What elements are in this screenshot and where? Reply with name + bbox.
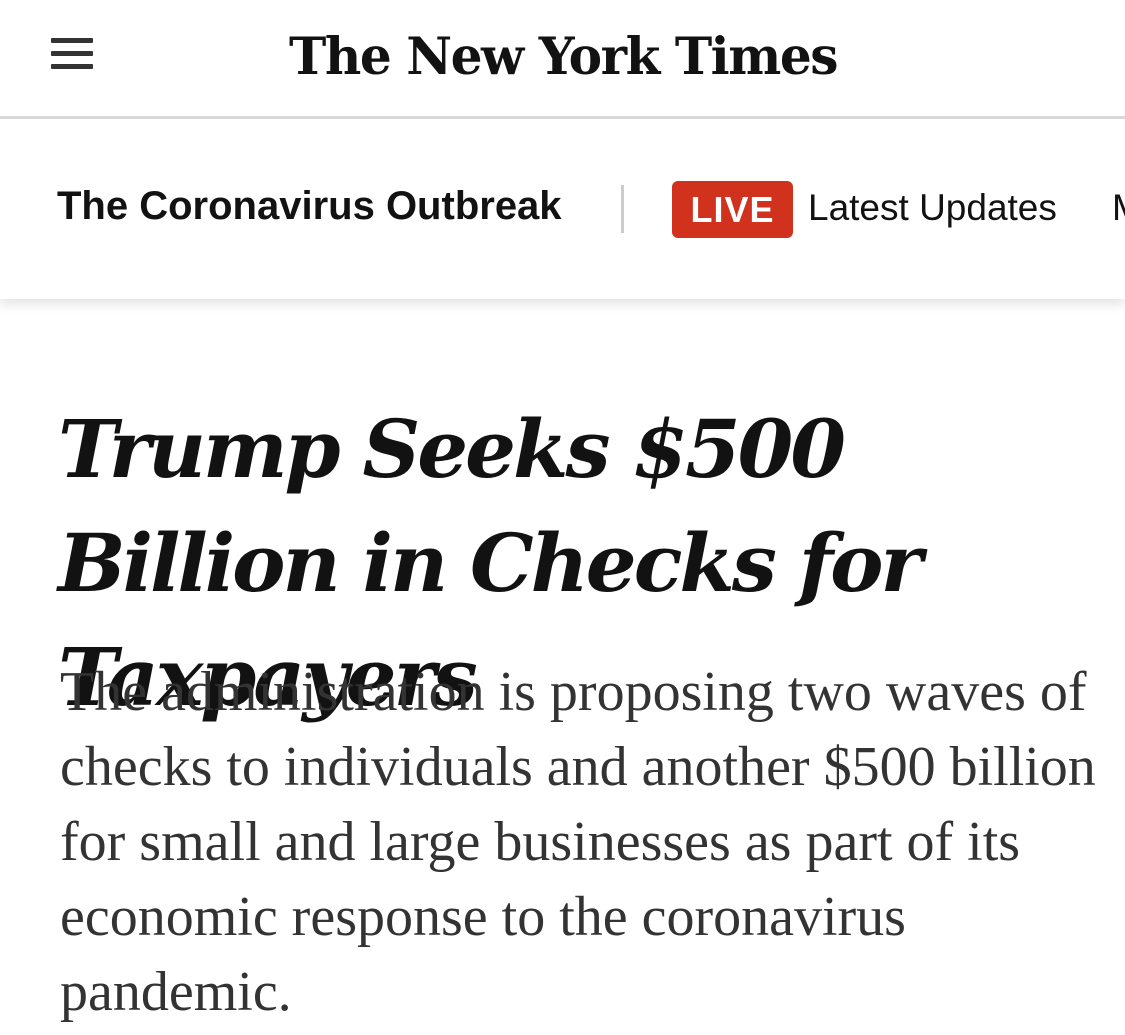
page: The New York Times The Coronavirus Outbr… (0, 0, 1125, 1035)
article-summary: The administration is proposing two wave… (60, 661, 1096, 1023)
section-divider (621, 185, 624, 233)
live-badge[interactable]: LIVE (672, 181, 793, 238)
nyt-logo-text: The New York Times (289, 27, 837, 87)
masthead: The New York Times (0, 0, 1125, 119)
nyt-logo[interactable]: The New York Times (283, 16, 843, 96)
section-title-link[interactable]: The Coronavirus Outbreak (57, 179, 562, 233)
section-bar: The Coronavirus Outbreak LIVE Latest Upd… (0, 119, 1125, 299)
next-section-link[interactable]: M (1112, 180, 1125, 236)
latest-updates-link[interactable]: Latest Updates (808, 180, 1057, 236)
hamburger-menu-icon[interactable] (44, 30, 100, 78)
